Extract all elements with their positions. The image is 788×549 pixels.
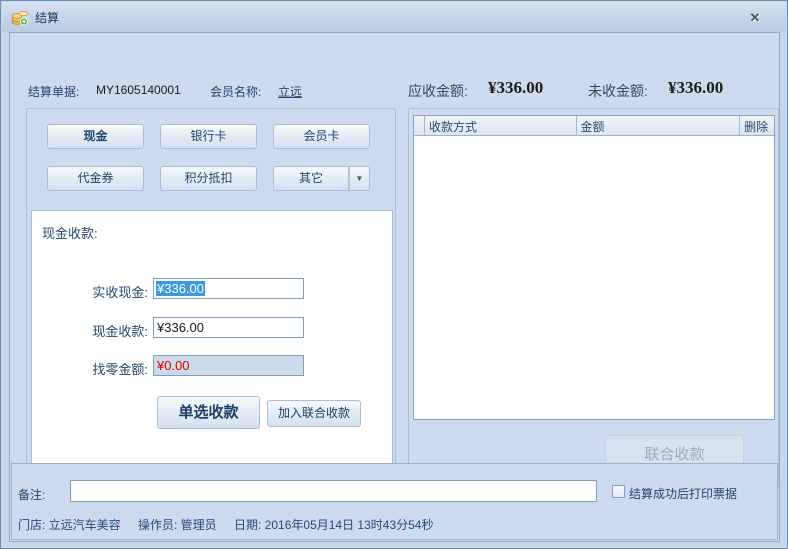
pay-method-points-button[interactable]: 积分抵扣 <box>160 166 257 191</box>
cash-payment-input[interactable] <box>153 317 304 338</box>
payments-table-header: 收款方式 金额 删除 <box>414 116 774 136</box>
add-combined-payment-button[interactable]: 加入联合收款 <box>267 400 361 427</box>
settlement-window: 结算 ✕ 结算单据: MY1605140001 会员名称: 立远 应收金额: ¥… <box>0 0 788 549</box>
remark-label: 备注: <box>18 486 45 503</box>
change-amount-label: 找零金额: <box>52 359 148 378</box>
received-cash-label: 实收现金: <box>52 282 148 301</box>
received-cash-selected-text: ¥336.00 <box>156 281 205 296</box>
receivable-amount-label: 应收金额: <box>408 81 468 101</box>
pay-method-other-button[interactable]: 其它 <box>273 166 349 191</box>
received-cash-input[interactable]: ¥336.00 <box>153 278 304 299</box>
close-icon[interactable]: ✕ <box>746 10 764 26</box>
payments-list-panel: 收款方式 金额 删除 联合收款 <box>408 108 779 488</box>
cash-receipt-panel: 现金收款: 实收现金: ¥336.00 现金收款: 找零金额: 单选收款 加入联… <box>31 210 393 482</box>
member-name-label: 会员名称: <box>210 83 261 100</box>
single-payment-button[interactable]: 单选收款 <box>157 396 260 429</box>
pay-method-cash-button[interactable]: 现金 <box>47 124 144 149</box>
window-title: 结算 <box>35 9 59 26</box>
column-header-method[interactable]: 收款方式 <box>425 116 577 135</box>
status-operator: 操作员: 管理员 <box>138 518 217 532</box>
pay-method-voucher-button[interactable]: 代金券 <box>47 166 144 191</box>
column-header-amount[interactable]: 金额 <box>577 116 741 135</box>
payments-table: 收款方式 金额 删除 <box>413 115 775 420</box>
status-store: 门店: 立远汽车美容 <box>18 518 121 532</box>
payments-table-body <box>414 136 774 419</box>
row-indicator-column <box>414 116 425 135</box>
status-bar: 门店: 立远汽车美容 操作员: 管理员 日期: 2016年05月14日 13时4… <box>18 516 447 533</box>
print-receipt-label[interactable]: 结算成功后打印票据 <box>629 485 737 502</box>
unpaid-amount-label: 未收金额: <box>588 81 648 101</box>
doc-number-value: MY1605140001 <box>96 83 181 97</box>
doc-number-label: 结算单据: <box>28 83 79 100</box>
print-receipt-checkbox[interactable] <box>612 485 625 498</box>
column-header-delete: 删除 <box>740 116 774 135</box>
title-bar: 结算 ✕ <box>2 2 786 32</box>
payment-method-panel: 现金 银行卡 会员卡 代金券 积分抵扣 其它 ▼ 现金收款: 实收现金: ¥33… <box>26 108 396 488</box>
unpaid-amount-value: ¥336.00 <box>668 78 723 98</box>
cash-receipt-title: 现金收款: <box>42 223 98 242</box>
pay-method-bank-card-button[interactable]: 银行卡 <box>160 124 257 149</box>
footer-panel: 备注: 结算成功后打印票据 门店: 立远汽车美容 操作员: 管理员 日期: 20… <box>11 463 778 540</box>
coins-add-icon <box>11 9 29 26</box>
cash-payment-label: 现金收款: <box>52 321 148 340</box>
receivable-amount-value: ¥336.00 <box>488 78 543 98</box>
member-name-link[interactable]: 立远 <box>278 83 302 100</box>
change-amount-input <box>153 355 304 376</box>
status-date: 日期: 2016年05月14日 13时43分54秒 <box>234 518 433 532</box>
remark-input[interactable] <box>70 480 597 502</box>
pay-method-member-card-button[interactable]: 会员卡 <box>273 124 370 149</box>
other-dropdown-icon[interactable]: ▼ <box>349 166 370 191</box>
